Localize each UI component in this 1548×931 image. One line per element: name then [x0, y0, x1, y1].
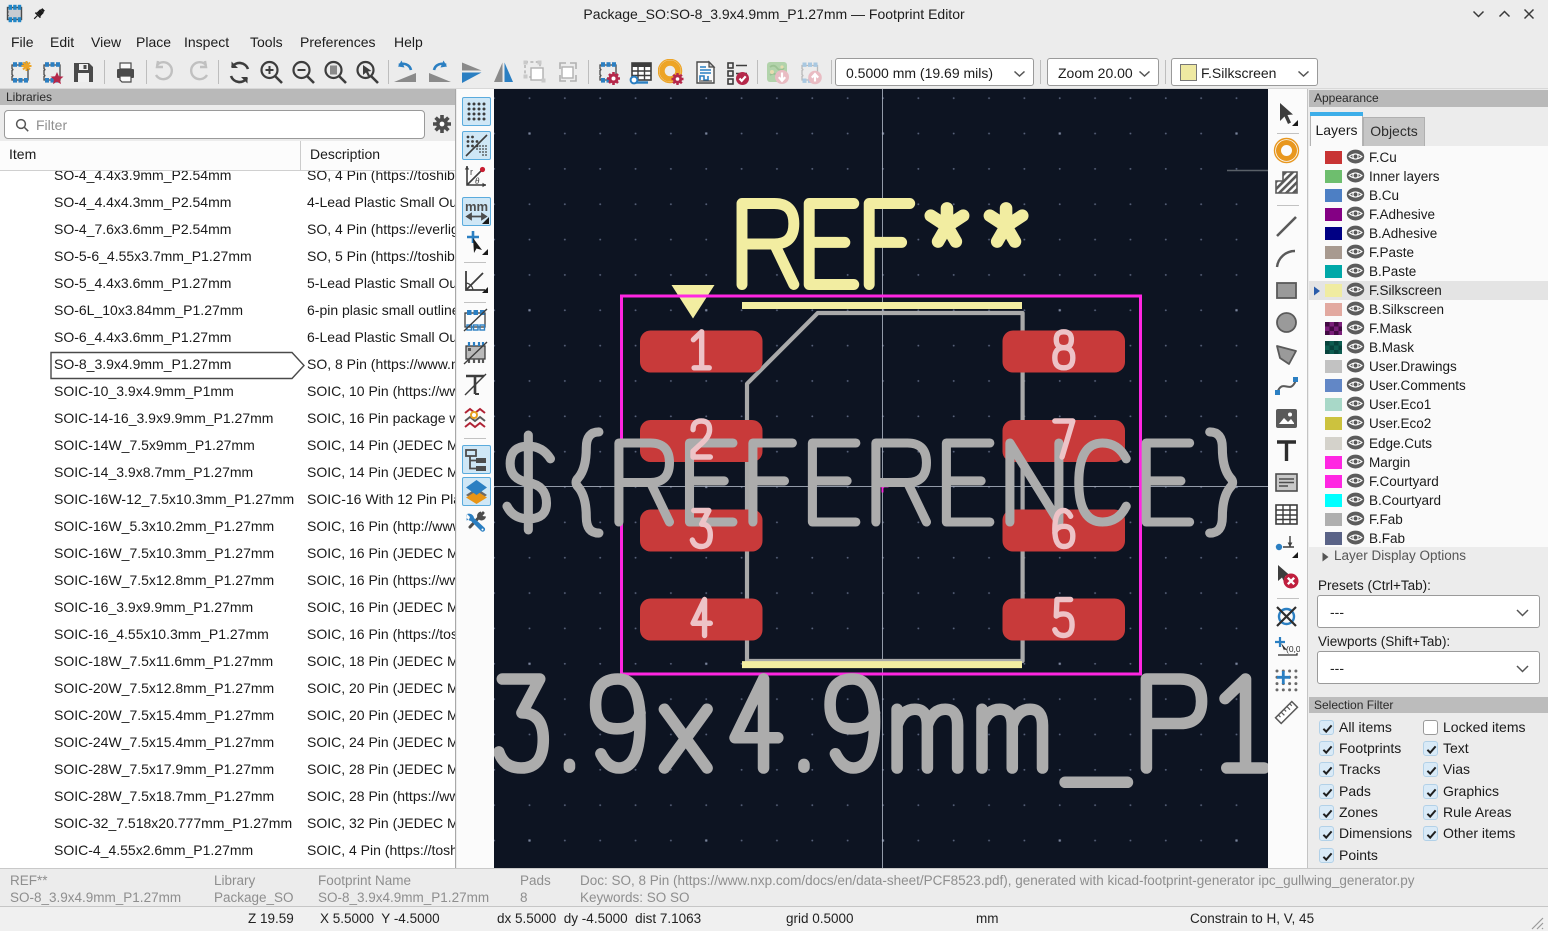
svg-text:r: r: [470, 167, 473, 177]
svg-text:(0,0): (0,0): [1286, 644, 1300, 654]
svg-text:θ: θ: [475, 176, 480, 186]
svg-text:mm: mm: [465, 199, 488, 214]
